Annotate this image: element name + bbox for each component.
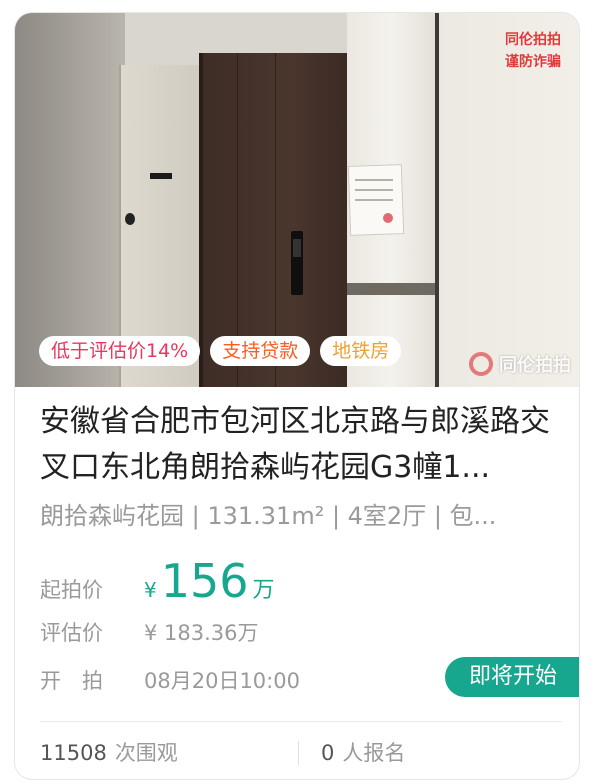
tag-list: 低于评估价14% 支持贷款 地铁房 <box>39 336 402 366</box>
starting-price-amount: 156 <box>160 554 249 608</box>
start-time-row: 开 拍 08月20日10:00 <box>40 665 300 695</box>
status-badge: 即将开始 <box>445 657 579 697</box>
photo-notice-seal <box>383 213 393 223</box>
signup-count: 0 <box>321 741 335 765</box>
listing-title[interactable]: 安徽省合肥市包河区北京路与郎溪路交叉口东北角朗拾森屿花园G3幢1... <box>40 399 560 491</box>
signup-stat: 0 人报名 <box>321 737 405 767</box>
start-time-label: 开 拍 <box>40 669 103 693</box>
photo-lock-panel <box>293 239 301 257</box>
signup-label: 人报名 <box>342 741 406 765</box>
divider <box>40 721 562 722</box>
photo-door-slot <box>150 173 172 179</box>
starting-price-row: 起拍价 ¥ 156 万 <box>40 553 275 609</box>
photo-notice-line <box>355 199 393 201</box>
valuation-row: 评估价 ¥ 183.36万 <box>40 617 259 647</box>
photo-wall-edge <box>435 13 439 387</box>
photo-notice-line <box>355 179 393 181</box>
start-time-value: 08月20日10:00 <box>144 669 300 693</box>
photo-pillar-band <box>347 283 435 295</box>
logo-icon <box>469 352 493 376</box>
photo-notice-line <box>355 189 393 191</box>
photo-door-handle <box>125 213 135 225</box>
tag-metro-house: 地铁房 <box>320 336 402 366</box>
tag-below-valuation: 低于评估价14% <box>39 336 201 366</box>
price-unit: 万 <box>252 578 275 603</box>
valuation-value: ¥ 183.36万 <box>144 621 259 645</box>
property-photo[interactable]: 同伦拍拍 谨防诈骗 同伦拍拍 <box>15 13 579 387</box>
views-label: 次围观 <box>114 741 178 765</box>
watermark-line-2: 谨防诈骗 <box>505 54 561 70</box>
watermark-line-1: 同伦拍拍 <box>505 32 561 48</box>
photo-wall-left <box>15 13 125 387</box>
watermark-logo-text: 同伦拍拍 <box>499 355 571 376</box>
watermark-logo: 同伦拍拍 <box>469 351 571 377</box>
starting-price-label: 起拍价 <box>40 578 103 602</box>
watermark-warning: 同伦拍拍 谨防诈骗 <box>505 29 561 73</box>
views-count: 11508 <box>40 741 107 765</box>
valuation-label: 评估价 <box>40 621 103 645</box>
footer-divider <box>298 741 299 765</box>
price-currency: ¥ <box>144 578 157 602</box>
listing-card[interactable]: 同伦拍拍 谨防诈骗 同伦拍拍 低于评估价14% 支持贷款 地铁房 安徽省合肥市包… <box>14 12 580 780</box>
tag-loan-supported: 支持贷款 <box>210 336 311 366</box>
listing-subtitle: 朗拾森屿花园 | 131.31m² | 4室2厅 | 包... <box>40 502 497 530</box>
views-stat: 11508 次围观 <box>40 737 178 767</box>
